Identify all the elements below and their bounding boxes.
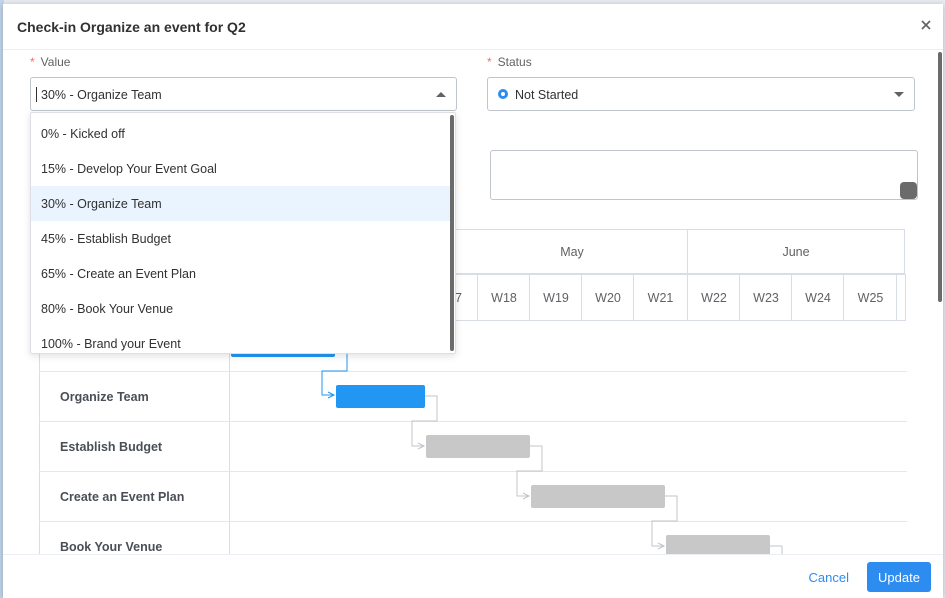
dropdown-option[interactable]: 15% - Develop Your Event Goal — [31, 151, 451, 186]
dropdown-option[interactable]: 100% - Brand your Event — [31, 326, 451, 353]
status-label: * Status — [487, 55, 532, 69]
gantt-bar-establish-budget[interactable] — [426, 435, 530, 458]
value-select[interactable]: 30% - Organize Team — [30, 77, 457, 111]
task-label: Create an Event Plan — [39, 472, 230, 522]
status-select-text: Not Started — [515, 88, 579, 102]
dialog-scrollbar[interactable] — [938, 52, 942, 302]
value-label: * Value — [30, 55, 70, 69]
week-cell: W21 — [633, 274, 687, 321]
week-cell: W23 — [739, 274, 792, 321]
value-select-text: 30% - Organize Team — [41, 88, 162, 102]
week-cell: W18 — [477, 274, 530, 321]
dialog-footer: Cancel Update — [3, 554, 943, 598]
gantt-bar-create-event-plan[interactable] — [531, 485, 665, 508]
dropdown-option[interactable]: 0% - Kicked off — [31, 116, 451, 151]
dropdown-option-selected[interactable]: 30% - Organize Team — [31, 186, 451, 221]
dropdown-option[interactable]: 80% - Book Your Venue — [31, 291, 451, 326]
chevron-up-icon — [436, 92, 446, 97]
dropdown-option[interactable]: 65% - Create an Event Plan — [31, 256, 451, 291]
text-cursor — [36, 87, 37, 102]
gantt-bar-organize-team[interactable] — [336, 385, 425, 408]
month-june: June — [687, 229, 905, 274]
task-label: Organize Team — [39, 372, 230, 422]
cancel-button[interactable]: Cancel — [809, 570, 849, 585]
dialog-header: Check-in Organize an event for Q2 — [3, 4, 943, 50]
week-cell: W24 — [791, 274, 844, 321]
dropdown-option[interactable]: 45% - Establish Budget — [31, 221, 451, 256]
checkin-dialog: Check-in Organize an event for Q2 * Value… — [3, 4, 943, 598]
value-label-text: Value — [40, 55, 71, 69]
gantt-row: Create an Event Plan — [39, 471, 907, 522]
close-icon[interactable] — [919, 18, 933, 32]
dialog-title: Check-in Organize an event for Q2 — [17, 19, 246, 35]
dropdown-scrollbar[interactable] — [450, 115, 454, 351]
status-label-text: Status — [497, 55, 532, 69]
resize-handle[interactable] — [900, 182, 917, 199]
required-marker: * — [30, 55, 35, 69]
update-button[interactable]: Update — [867, 562, 931, 592]
status-select[interactable]: Not Started — [487, 77, 915, 111]
comment-textarea[interactable] — [490, 150, 918, 200]
chevron-down-icon — [894, 92, 904, 97]
week-cell-partial — [896, 274, 906, 321]
value-dropdown-menu: 0% - Kicked off 15% - Develop Your Event… — [30, 112, 456, 354]
week-cell: W20 — [581, 274, 634, 321]
month-may: May — [455, 229, 688, 274]
status-dot-icon — [498, 89, 508, 99]
week-cell: W25 — [843, 274, 897, 321]
required-marker: * — [487, 55, 492, 69]
week-cell: W22 — [687, 274, 740, 321]
week-cell: W19 — [529, 274, 582, 321]
gantt-row: Organize Team — [39, 371, 907, 422]
task-label: Establish Budget — [39, 422, 230, 472]
